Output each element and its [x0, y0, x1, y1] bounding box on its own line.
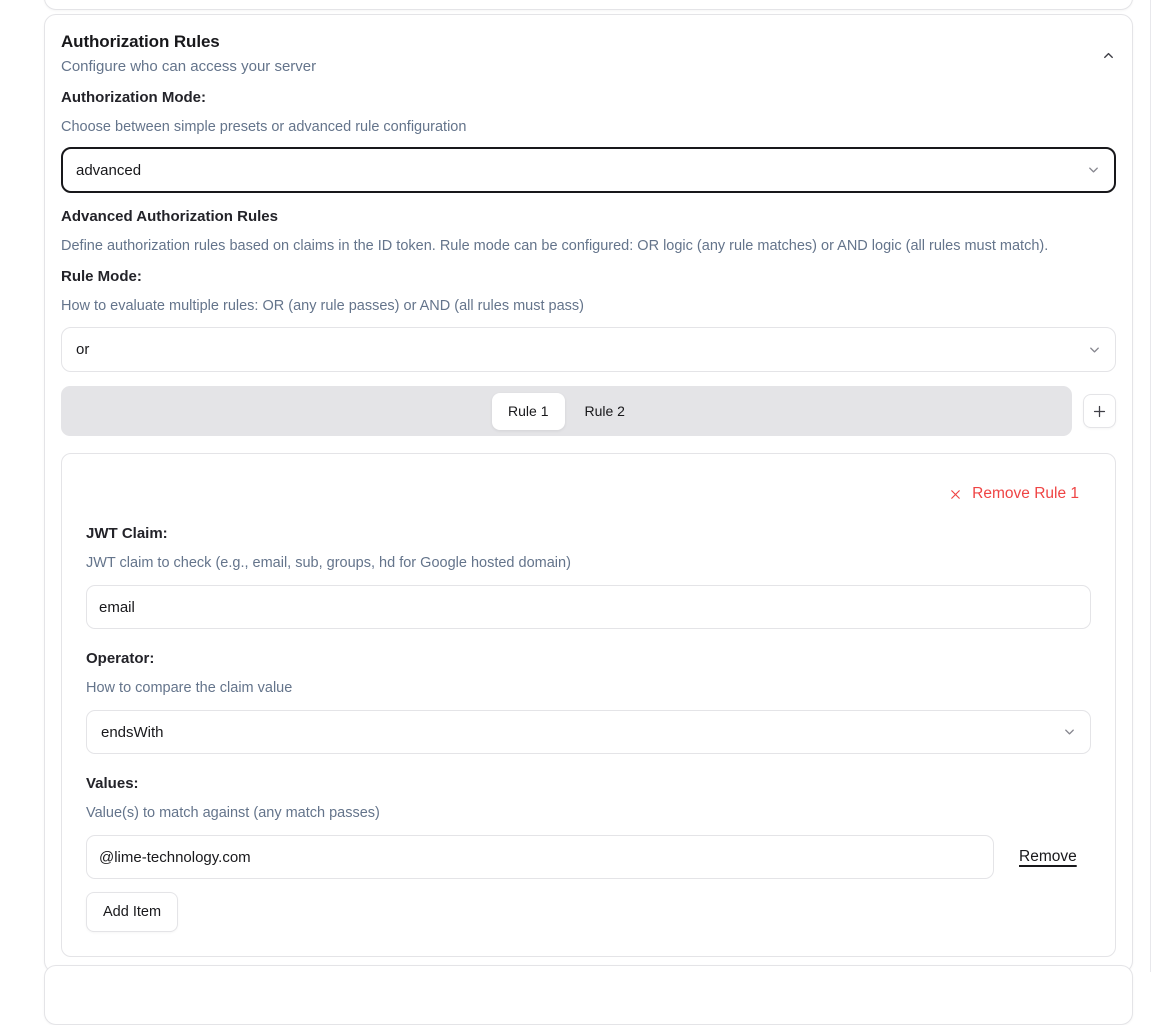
- chevron-down-icon: [1087, 342, 1102, 357]
- chevron-down-icon: [1086, 163, 1101, 178]
- operator-label: Operator:: [86, 649, 1091, 669]
- rule-tabs: Rule 1 Rule 2: [61, 386, 1072, 436]
- remove-value-item-link[interactable]: Remove: [1019, 848, 1077, 866]
- value-item-input[interactable]: [86, 835, 994, 879]
- rule-mode-select[interactable]: or: [61, 327, 1116, 372]
- rule-tabs-row: Rule 1 Rule 2: [61, 386, 1116, 436]
- values-description: Value(s) to match against (any match pas…: [86, 803, 1091, 823]
- authorization-rules-panel: Authorization Rules Configure who can ac…: [44, 14, 1133, 973]
- rule-mode-label: Rule Mode:: [61, 267, 1116, 287]
- authorization-mode-value: advanced: [76, 162, 141, 179]
- previous-section-card-edge: [44, 0, 1133, 10]
- rule-1-card: Remove Rule 1 JWT Claim: JWT claim to ch…: [61, 453, 1116, 957]
- section-subtitle: Configure who can access your server: [61, 57, 1116, 77]
- rule-mode-description: How to evaluate multiple rules: OR (any …: [61, 296, 1116, 316]
- section-title: Authorization Rules: [61, 31, 1116, 53]
- operator-description: How to compare the claim value: [86, 678, 1091, 698]
- content-right-divider: [1150, 0, 1151, 972]
- jwt-claim-label: JWT Claim:: [86, 524, 1091, 544]
- next-section-card-edge: [44, 965, 1133, 1025]
- jwt-claim-input[interactable]: [86, 585, 1091, 629]
- tab-rule-1[interactable]: Rule 1: [492, 393, 564, 430]
- advanced-rules-heading: Advanced Authorization Rules: [61, 207, 1116, 227]
- plus-icon: [1091, 403, 1108, 420]
- authorization-mode-description: Choose between simple presets or advance…: [61, 117, 1116, 137]
- add-item-button[interactable]: Add Item: [86, 892, 178, 932]
- rule-mode-value: or: [76, 341, 89, 358]
- chevron-down-icon: [1062, 725, 1077, 740]
- x-icon: [948, 487, 963, 502]
- collapse-section-button[interactable]: [1096, 43, 1120, 67]
- operator-value: endsWith: [101, 724, 164, 741]
- remove-rule-button[interactable]: Remove Rule 1: [948, 484, 1091, 504]
- chevron-up-icon: [1101, 48, 1116, 63]
- advanced-rules-description: Define authorization rules based on clai…: [61, 236, 1116, 256]
- jwt-claim-description: JWT claim to check (e.g., email, sub, gr…: [86, 553, 1091, 573]
- tab-rule-2[interactable]: Rule 2: [569, 393, 641, 430]
- values-label: Values:: [86, 774, 1091, 794]
- authorization-mode-label: Authorization Mode:: [61, 88, 1116, 108]
- remove-rule-label: Remove Rule 1: [972, 484, 1079, 504]
- add-rule-button[interactable]: [1083, 394, 1116, 428]
- authorization-mode-select[interactable]: advanced: [61, 147, 1116, 193]
- operator-select[interactable]: endsWith: [86, 710, 1091, 754]
- remove-rule-row: Remove Rule 1: [86, 484, 1091, 504]
- value-item-row: Remove: [86, 835, 1091, 879]
